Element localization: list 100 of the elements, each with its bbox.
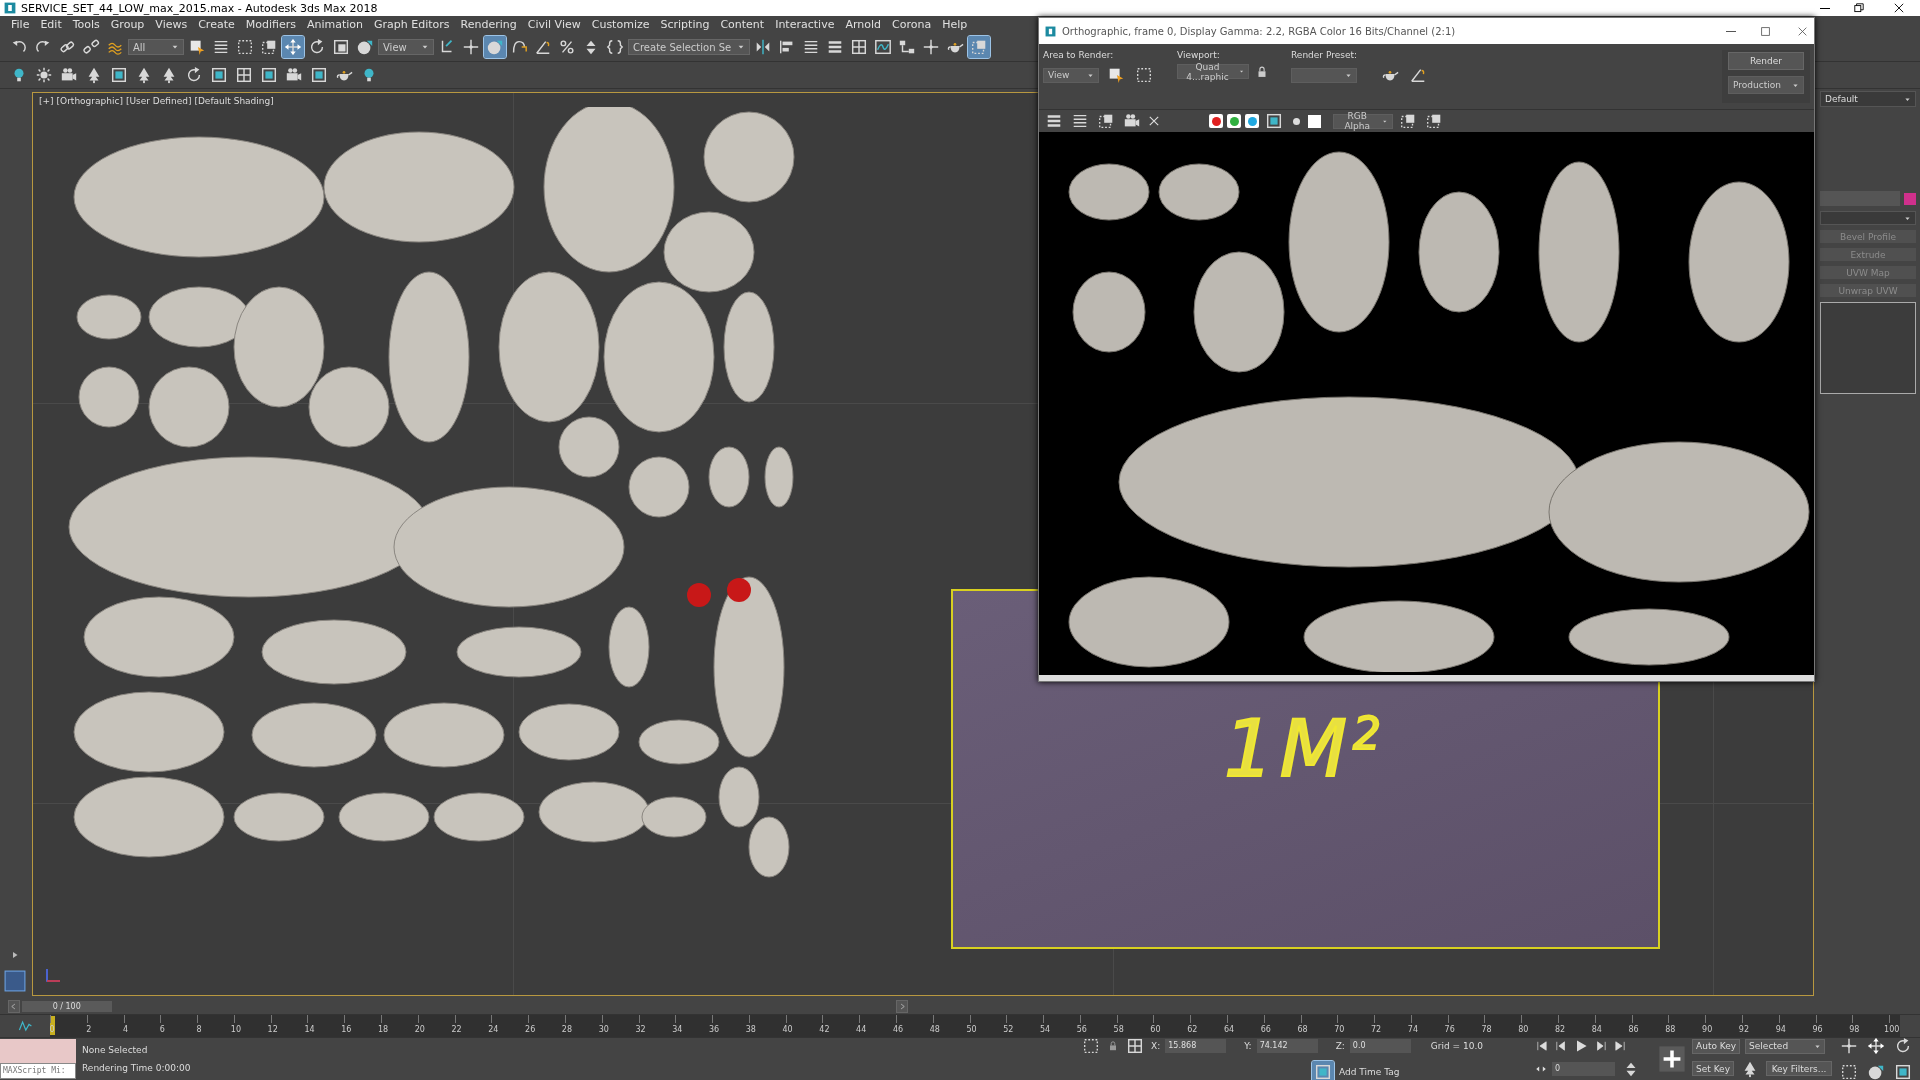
toolbar-dropdown[interactable]: All [128,39,184,55]
menu-item[interactable]: Views [150,18,194,31]
close-icon[interactable] [1147,114,1161,128]
menu-item[interactable]: Create [193,18,241,31]
viewport-label[interactable]: [Default Shading] [194,96,274,106]
frame-number: 80 [1517,1025,1530,1034]
menu-item[interactable]: Edit [35,18,68,31]
menu-item[interactable]: Help [937,18,974,31]
caret-icon[interactable] [1345,71,1352,79]
caret-icon[interactable] [1814,1042,1822,1050]
script-listener-field[interactable]: MAXScript Mi: [0,1063,76,1079]
menu-item[interactable]: Content [715,18,771,31]
caret-icon[interactable] [1087,71,1094,79]
plane-label: 1M$^{2}$ [1224,704,1387,794]
caret-icon[interactable] [1904,214,1911,222]
next-frame-icon[interactable] [1594,1039,1609,1053]
restore-icon[interactable] [1853,2,1865,14]
menu-item[interactable]: Customize [586,18,656,31]
frame-readout[interactable]: 0 / 100 [21,1000,112,1012]
render-mode-dropdown[interactable]: Production [1728,76,1804,94]
frame-number: 16 [340,1025,353,1034]
frame-number: 72 [1370,1025,1383,1034]
viewport-label[interactable]: [User Defined] [125,96,192,106]
caret-icon[interactable] [1238,68,1244,75]
frame-number: 52 [1002,1025,1015,1034]
window-title: SERVICE_SET_44_LOW_max_2015.max - Autodesk 3ds Max 2018 [21,1,378,15]
key-mode-dropdown[interactable]: Selected [1745,1038,1826,1054]
minimize-icon[interactable] [1726,30,1736,32]
maximize-icon[interactable] [1760,25,1771,37]
minimize-icon[interactable] [1820,7,1830,9]
toolbar-dropdown[interactable]: Create Selection Se [628,39,751,55]
area-dropdown[interactable]: View [1043,67,1099,83]
time-slider-handle[interactable] [50,1016,55,1035]
grid-size: Grid = 10.0 [1430,1041,1484,1051]
workspace-dropdown[interactable]: Default [1820,91,1916,107]
app-logo-icon[interactable] [4,2,16,14]
frame-number: 8 [195,1025,203,1034]
frame-number: 38 [744,1025,757,1034]
close-icon[interactable] [1893,2,1905,14]
caret-icon[interactable] [1904,95,1911,103]
set-key-button[interactable]: Set Key [1692,1061,1734,1076]
frame-number: 26 [524,1025,537,1034]
menu-item[interactable]: Modifiers [240,18,302,31]
menu-item[interactable]: Graph Editors [369,18,456,31]
mono-dot-icon[interactable] [1293,117,1300,125]
set-key-plus-icon[interactable] [1658,1045,1687,1073]
menu-item[interactable]: Group [105,18,151,31]
key-filters-button[interactable]: Key Filters... [1766,1061,1832,1076]
frame-number: 78 [1480,1025,1493,1034]
time-tag-link[interactable]: Add Time Tag [1339,1067,1400,1077]
menu-item[interactable]: Arnold [840,18,888,31]
go-to-end-icon[interactable] [1613,1039,1628,1053]
app-logo-icon[interactable] [1045,25,1056,37]
menu-item[interactable]: Corona [887,18,938,31]
viewport-label[interactable]: [Orthographic] [56,96,123,106]
frame-number: 48 [928,1025,941,1034]
frame-number: 20 [413,1025,426,1034]
field-label: Area to Render: [1043,50,1115,60]
menu-item[interactable]: Interactive [770,18,841,31]
frame-number: 88 [1664,1025,1677,1034]
current-frame-field[interactable]: 0 [1552,1062,1616,1076]
frame-number: 46 [891,1025,905,1034]
caret-icon[interactable] [171,43,179,51]
curve-editor-icon[interactable] [17,1018,33,1034]
menu-item[interactable]: Scripting [655,18,716,31]
coordinate-label: Z: [1335,1041,1345,1051]
coordinate-field[interactable]: 74.142 [1256,1039,1318,1053]
frame-number: 0 [48,1025,56,1034]
viewport-label[interactable]: [+] [39,96,54,106]
caret-icon[interactable] [1792,81,1799,89]
menu-item[interactable]: File [6,18,36,31]
menu-item[interactable]: Tools [67,18,106,31]
object-color-swatch[interactable] [1904,192,1916,205]
frame-number: 10 [229,1025,242,1034]
auto-key-button[interactable]: Auto Key [1692,1038,1741,1054]
frame-number: 74 [1406,1025,1419,1034]
caret-icon[interactable] [421,43,429,51]
channel-dropdown[interactable]: RGB Alpha [1333,113,1393,129]
menu-item[interactable]: Civil View [522,18,587,31]
frame-number: 60 [1149,1025,1162,1034]
expand-arrow-icon[interactable] [10,950,20,960]
frame-number: 58 [1112,1025,1125,1034]
time-slider-track[interactable]: 0 / 100 [21,999,895,1013]
render-button[interactable]: Render [1728,52,1804,70]
modifier-stack-list[interactable] [1820,302,1916,394]
frame-number: 62 [1186,1025,1199,1034]
toolbar-dropdown[interactable]: View [378,39,434,55]
timeline-track[interactable]: 0 2 4 6 8 10 12 14 16 18 20 22 24 26 28 30 32 34 36 38 40 42 44 46 48 50 52 54 56 58 60 62 64 66 68 70 72 74 76 78 80 82 84 86 88 90 92 94 96 98 100 [50,1015,1900,1037]
frame-number: 64 [1222,1025,1236,1034]
background-swatch[interactable] [1308,114,1321,128]
frame-number: 84 [1590,1025,1603,1034]
menu-item[interactable]: Rendering [455,18,523,31]
coordinate-field[interactable]: 15.868 [1165,1039,1227,1053]
menu-item[interactable]: Animation [301,18,370,31]
object-name-field[interactable] [1820,191,1900,206]
frame-number: 18 [376,1025,390,1034]
caret-icon[interactable] [737,43,746,51]
go-to-start-icon[interactable] [1535,1039,1550,1053]
frame-number: 28 [560,1025,574,1034]
coordinate-field[interactable]: 0.0 [1349,1039,1411,1053]
